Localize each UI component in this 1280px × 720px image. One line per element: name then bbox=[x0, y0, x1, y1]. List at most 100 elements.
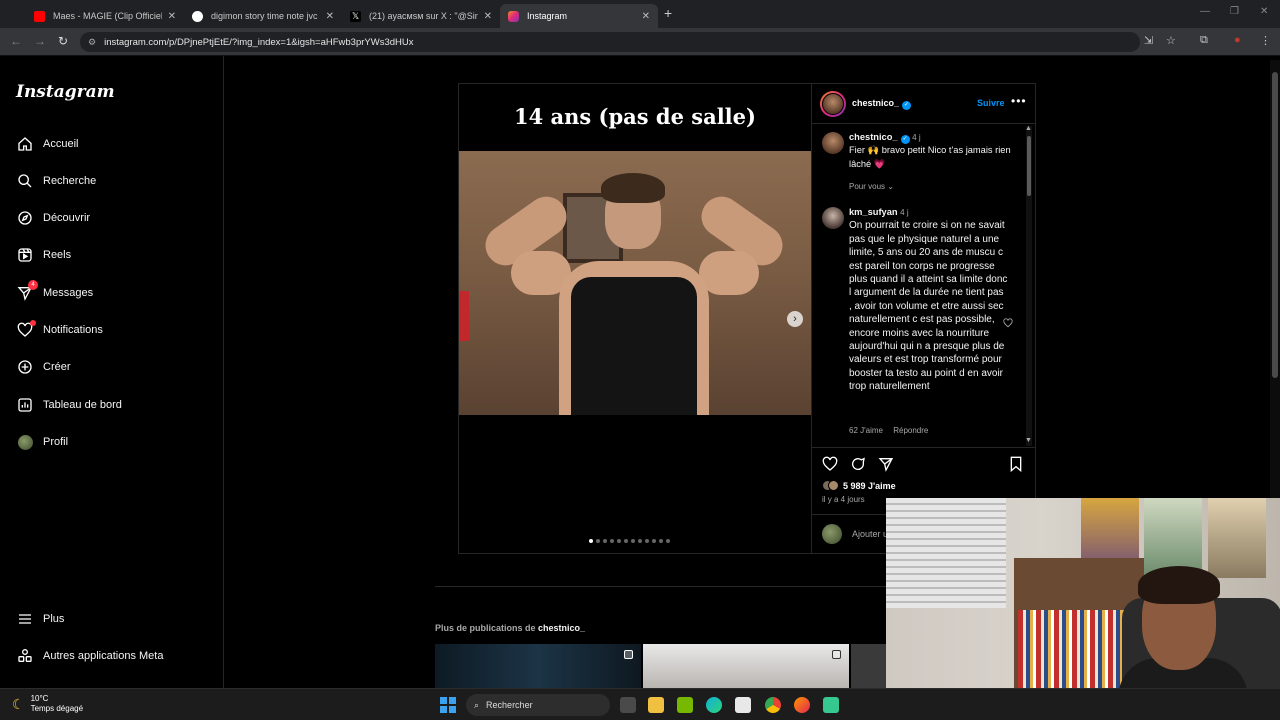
caption-username[interactable]: chestnico_ bbox=[849, 132, 898, 142]
back-icon[interactable]: ← bbox=[10, 34, 22, 48]
sidebar-item-meta-apps[interactable]: Autres applications Meta bbox=[16, 644, 163, 668]
tab-close-icon[interactable]: ✕ bbox=[326, 11, 334, 22]
carousel-dot bbox=[638, 539, 642, 543]
comment-icon[interactable] bbox=[850, 456, 866, 477]
tab-close-icon[interactable]: ✕ bbox=[168, 11, 176, 22]
firefox-icon[interactable] bbox=[794, 697, 810, 713]
sidebar-item-label: Découvrir bbox=[43, 212, 91, 224]
share-icon[interactable] bbox=[878, 456, 894, 477]
comment-meta: 62 J'aime Répondre bbox=[849, 426, 928, 435]
browser-menu-icon[interactable]: ⋮ bbox=[1260, 34, 1271, 47]
sidebar-item-search[interactable]: Recherche bbox=[16, 169, 96, 193]
sidebar-item-create[interactable]: Créer bbox=[16, 355, 71, 379]
sidebar-item-explore[interactable]: Découvrir bbox=[16, 206, 90, 230]
close-window-icon[interactable]: ✕ bbox=[1260, 6, 1268, 17]
sidebar-item-profile[interactable]: Profil bbox=[16, 430, 68, 454]
comment-like-icon[interactable] bbox=[1003, 315, 1013, 333]
tab-title: Instagram bbox=[527, 11, 568, 21]
carousel-dot bbox=[659, 539, 663, 543]
file-explorer-icon[interactable] bbox=[648, 697, 664, 713]
extensions-icon[interactable]: ⧉ bbox=[1200, 34, 1208, 47]
temperature: 10°C bbox=[30, 694, 49, 703]
comment-username[interactable]: km_sufyan bbox=[849, 207, 898, 217]
bookmark-star-icon[interactable]: ☆ bbox=[1166, 34, 1176, 47]
avatar-icon bbox=[16, 433, 34, 451]
more-posts-username[interactable]: chestnico_ bbox=[538, 623, 585, 633]
chrome-icon[interactable] bbox=[765, 697, 781, 713]
sidebar-item-label: Plus bbox=[43, 613, 65, 625]
grid-thumbnail[interactable] bbox=[851, 644, 887, 688]
like-icon[interactable] bbox=[822, 456, 838, 477]
caption: chestnico_ ✓ 4 j Fier 🙌 bravo petit Nico … bbox=[849, 131, 1021, 171]
sidebar-item-more[interactable]: Plus bbox=[16, 607, 64, 631]
more-options-icon[interactable]: ••• bbox=[1011, 94, 1027, 108]
sidebar-item-dashboard[interactable]: Tableau de bord bbox=[16, 393, 122, 417]
tab-title: Maes - MAGIE (Clip Officiel) - Yo bbox=[53, 11, 162, 21]
carousel-dot bbox=[631, 539, 635, 543]
save-bookmark-icon[interactable] bbox=[1009, 456, 1023, 477]
follow-button[interactable]: Suivre bbox=[977, 98, 1005, 108]
sidebar-item-label: Notifications bbox=[43, 324, 103, 336]
browser-tab-active[interactable]: Instagram ✕ bbox=[500, 4, 658, 28]
reply-button[interactable]: Répondre bbox=[893, 426, 928, 435]
grid-thumbnail[interactable] bbox=[643, 644, 849, 688]
taskbar-search[interactable]: ⌕ Rechercher bbox=[466, 694, 610, 716]
comments-scroll-thumb[interactable] bbox=[1027, 136, 1031, 196]
carousel-dot bbox=[617, 539, 621, 543]
reload-icon[interactable]: ↻ bbox=[58, 34, 68, 48]
caption-avatar[interactable] bbox=[822, 132, 844, 154]
minimize-icon[interactable]: — bbox=[1200, 6, 1210, 17]
post-photo[interactable] bbox=[459, 151, 811, 415]
browser-tab[interactable]: Maes - MAGIE (Clip Officiel) - Yo ✕ bbox=[26, 4, 184, 28]
scroll-up-icon[interactable]: ▲ bbox=[1025, 125, 1032, 132]
more-posts-heading: Plus de publications de chestnico_ bbox=[435, 623, 586, 633]
author-username[interactable]: chestnico_ ✓ bbox=[852, 98, 912, 110]
site-info-icon[interactable]: ⚙ bbox=[88, 37, 96, 48]
comment-text: On pourrait te croire si on ne savait pa… bbox=[849, 220, 1008, 393]
comment-likes[interactable]: 62 J'aime bbox=[849, 426, 883, 435]
browser-tab[interactable]: digimon story time note jvc - Re ✕ bbox=[184, 4, 342, 28]
start-button[interactable] bbox=[440, 697, 456, 713]
weather-widget[interactable]: ☾ 10°C Temps dégagé bbox=[12, 694, 83, 714]
messages-badge: 4 bbox=[28, 280, 38, 290]
search-icon: ⌕ bbox=[474, 699, 480, 710]
translation-toggle[interactable]: Pour vous ⌄ bbox=[849, 182, 894, 191]
chart-icon bbox=[16, 396, 34, 414]
tab-close-icon[interactable]: ✕ bbox=[642, 11, 650, 22]
profile-avatar-icon[interactable]: ● bbox=[1234, 34, 1241, 46]
notification-dot bbox=[30, 320, 36, 326]
instagram-logo[interactable]: Instagram bbox=[16, 82, 115, 102]
sidebar-item-home[interactable]: Accueil bbox=[16, 132, 78, 156]
sidebar-item-reels[interactable]: Reels bbox=[16, 243, 71, 267]
youtube-icon bbox=[34, 10, 45, 22]
task-view-icon[interactable] bbox=[620, 697, 636, 713]
app-icon[interactable] bbox=[823, 697, 839, 713]
address-bar[interactable]: ⚙ instagram.com/p/DPjnePtjEtE/?img_index… bbox=[80, 32, 1140, 52]
search-icon bbox=[16, 172, 34, 190]
nvidia-icon[interactable] bbox=[677, 697, 693, 713]
forward-icon[interactable]: → bbox=[34, 34, 46, 48]
tab-close-icon[interactable]: ✕ bbox=[484, 11, 492, 22]
sidebar-item-notifications[interactable]: Notifications bbox=[16, 318, 103, 342]
install-app-icon[interactable]: ⇲ bbox=[1144, 34, 1153, 47]
grid-thumbnail[interactable] bbox=[435, 644, 641, 688]
sidebar-item-messages[interactable]: 4 Messages bbox=[16, 280, 93, 305]
x-icon: 𝕏 bbox=[350, 10, 361, 22]
commenter-avatar[interactable] bbox=[822, 207, 844, 229]
store-icon[interactable] bbox=[735, 697, 751, 713]
post-media[interactable]: 14 ans (pas de salle) › bbox=[459, 84, 811, 553]
moon-icon: ☾ bbox=[12, 695, 25, 712]
comments-list[interactable]: chestnico_ ✓ 4 j Fier 🙌 bravo petit Nico … bbox=[812, 124, 1036, 448]
likes-count[interactable]: 5 989 J'aime bbox=[822, 480, 896, 491]
edge-icon[interactable] bbox=[706, 697, 722, 713]
webcam-overlay bbox=[886, 498, 1280, 720]
next-slide-button[interactable]: › bbox=[787, 311, 803, 327]
sidebar-item-label: Profil bbox=[43, 436, 69, 448]
media-caption-text: 14 ans (pas de salle) bbox=[514, 104, 756, 129]
author-avatar[interactable] bbox=[820, 90, 846, 117]
maximize-icon[interactable]: ❐ bbox=[1230, 6, 1239, 17]
scroll-down-icon[interactable]: ▼ bbox=[1025, 437, 1032, 444]
new-tab-button[interactable]: + bbox=[664, 5, 672, 21]
verified-badge-icon: ✓ bbox=[900, 135, 910, 144]
browser-tab[interactable]: 𝕏 (21) ayacмsм sur X : "@SindyOf ✕ bbox=[342, 4, 500, 28]
